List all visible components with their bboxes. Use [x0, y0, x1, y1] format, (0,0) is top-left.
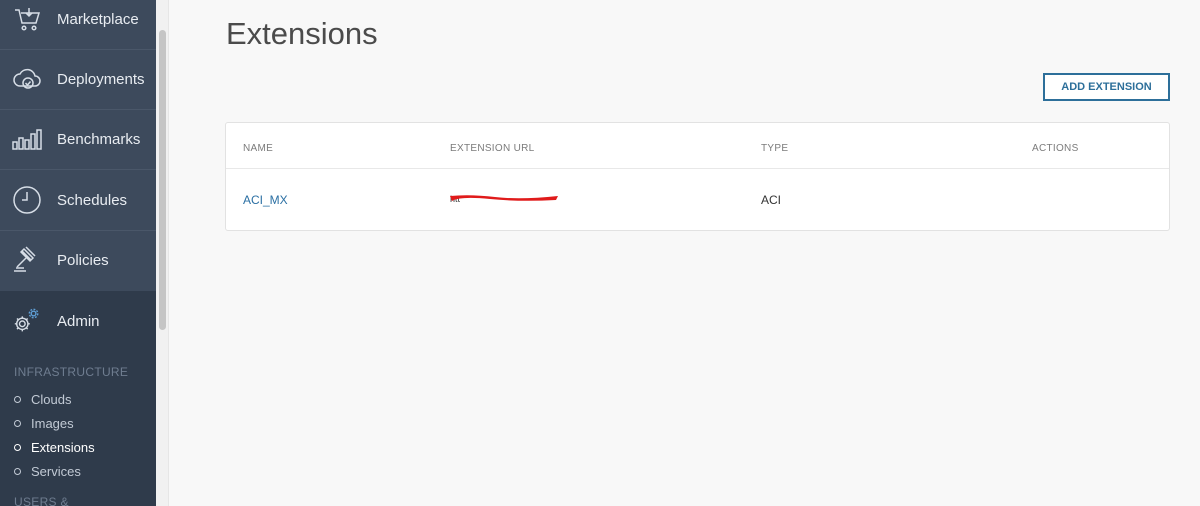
extension-type: ACI [761, 193, 782, 207]
sidebar-item-deployments[interactable]: Deployments [0, 49, 156, 109]
bullet-icon [14, 420, 21, 427]
column-header-type[interactable]: TYPE [761, 143, 788, 154]
sidebar-item-marketplace[interactable]: Marketplace [0, 0, 156, 49]
sidebar-item-admin[interactable]: Admin [0, 291, 156, 351]
bullet-icon [14, 468, 21, 475]
section-heading-infrastructure: INFRASTRUCTURE [14, 365, 129, 379]
sidebar-item-label: Policies [57, 251, 109, 269]
bar-chart-icon [12, 124, 42, 154]
sidebar-item-label: Admin [57, 312, 100, 330]
column-header-actions: ACTIONS [1032, 143, 1079, 154]
gavel-icon [12, 245, 42, 275]
bullet-icon [14, 396, 21, 403]
sidebar-subitem-clouds[interactable]: Clouds [14, 392, 71, 407]
column-header-extension-url[interactable]: EXTENSION URL [450, 143, 534, 154]
page-title: Extensions [226, 16, 378, 51]
gear-icon [12, 306, 42, 336]
extensions-table: NAME EXTENSION URL TYPE ACTIONS ACI_MX h… [225, 122, 1170, 231]
sidebar-item-label: Deployments [57, 70, 145, 88]
column-header-name[interactable]: NAME [243, 143, 273, 154]
cart-icon [12, 4, 42, 34]
sidebar-scrollbar-thumb[interactable] [159, 30, 166, 330]
sidebar-item-label: Schedules [57, 191, 128, 209]
sidebar-item-benchmarks[interactable]: Benchmarks [0, 109, 156, 169]
sidebar-item-policies[interactable]: Policies [0, 230, 156, 290]
add-extension-button[interactable]: ADD EXTENSION [1043, 73, 1170, 101]
redaction-mark [450, 195, 558, 201]
clock-icon [12, 185, 42, 215]
sidebar-subitem-extensions[interactable]: Extensions [14, 440, 95, 455]
section-heading-users-permissions: USERS & PERMISSIONS [14, 495, 69, 506]
sidebar-subitem-label: Services [31, 464, 81, 479]
sidebar-item-label: Benchmarks [57, 130, 141, 148]
sidebar-subitem-label: Images [31, 416, 74, 431]
extension-name-link[interactable]: ACI_MX [243, 193, 288, 207]
sidebar-subitem-label: Extensions [31, 440, 95, 455]
sidebar-subitem-images[interactable]: Images [14, 416, 74, 431]
sidebar-subitem-label: Clouds [31, 392, 72, 407]
sidebar-item-schedules[interactable]: Schedules [0, 170, 156, 230]
admin-submenu: INFRASTRUCTURE Clouds Images Extensions … [0, 351, 156, 506]
cloud-check-icon [12, 64, 42, 94]
sidebar: Marketplace Deployments Benchmarks Sched… [0, 0, 156, 506]
sidebar-item-label: Marketplace [57, 10, 139, 28]
divider [226, 168, 1169, 169]
sidebar-subitem-services[interactable]: Services [14, 464, 81, 479]
bullet-icon [14, 444, 21, 451]
